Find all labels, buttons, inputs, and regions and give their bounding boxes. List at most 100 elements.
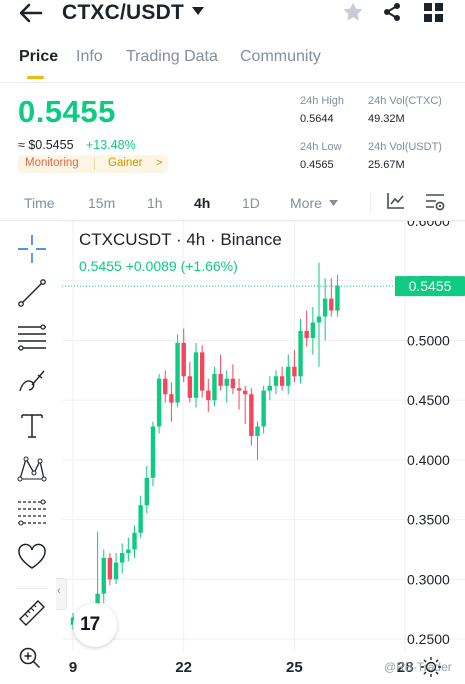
chevron-right-icon: > <box>156 157 163 169</box>
ruler-icon[interactable] <box>16 597 48 629</box>
tab-price[interactable]: Price <box>19 48 58 66</box>
candle-body <box>310 322 316 339</box>
candlestick-chart[interactable]: 0.60000.55000.50000.45000.40000.35000.30… <box>62 221 465 684</box>
pair-title[interactable]: CTXC/USDT <box>62 1 184 25</box>
tab-community[interactable]: Community <box>240 48 321 66</box>
candle-body <box>267 385 272 391</box>
crosshair-icon[interactable] <box>16 233 48 265</box>
zoom-in-icon[interactable] <box>18 646 42 670</box>
candle-body <box>236 388 242 391</box>
tag-gainer: Gainer <box>108 157 143 169</box>
high-value: 0.5644 <box>300 113 334 125</box>
trend-line-icon[interactable] <box>16 277 48 309</box>
tab-trading-data[interactable]: Trading Data <box>126 48 218 66</box>
back-arrow-icon[interactable] <box>18 2 44 24</box>
brush-icon[interactable] <box>16 365 48 397</box>
candle-body <box>156 378 162 427</box>
candle-body <box>187 376 193 398</box>
candle-body <box>230 378 236 389</box>
active-tab-indicator <box>27 76 44 79</box>
interval-1h[interactable]: 1h <box>147 195 163 211</box>
candle-body <box>316 316 322 323</box>
y-tick-label: 0.2500 <box>407 631 450 647</box>
candle-body <box>132 532 137 550</box>
tradingview-logo-text: 17 <box>80 614 100 635</box>
x-tick-label: 22 <box>175 659 192 676</box>
text-tool-icon[interactable] <box>16 409 48 441</box>
candle-body <box>243 390 248 395</box>
candle-body <box>120 553 125 563</box>
candle-body <box>126 549 131 554</box>
pattern-tool-icon[interactable] <box>16 453 48 485</box>
candle-body <box>329 298 334 311</box>
candle-body <box>261 390 266 427</box>
chart-ohlc-readout: 0.5455 +0.0089 (+1.66%) <box>79 258 238 274</box>
candle-body <box>113 562 119 580</box>
sun-icon[interactable] <box>420 656 442 678</box>
candle-body <box>193 352 199 398</box>
candle-body <box>322 298 328 317</box>
y-tick-label: 0.3000 <box>407 571 450 587</box>
current-price-label: 0.5455 <box>409 278 452 294</box>
candle-body <box>181 342 186 377</box>
divider <box>0 82 465 83</box>
candle-body <box>175 342 180 403</box>
chart-canvas[interactable]: 0.60000.55000.50000.45000.40000.35000.30… <box>62 221 465 684</box>
grid-menu-icon[interactable] <box>424 3 443 22</box>
high-label: 24h High <box>300 95 345 107</box>
interval-15m[interactable]: 15m <box>88 195 115 211</box>
candle-body <box>101 557 106 594</box>
tag-separator <box>94 158 95 170</box>
last-price: 0.5455 <box>18 94 116 129</box>
low-value: 0.4565 <box>300 159 334 171</box>
candle-body <box>298 330 303 377</box>
candle-body <box>292 366 297 377</box>
x-tick-label: 9 <box>69 659 77 676</box>
candle-body <box>224 378 229 386</box>
horizontal-lines-icon[interactable] <box>16 321 48 353</box>
percent-change: +13.48% <box>86 138 136 152</box>
interval-1d[interactable]: 1D <box>242 195 260 211</box>
candle-body <box>107 557 113 580</box>
candle-body <box>249 394 254 436</box>
chevron-left-icon[interactable]: ‹ <box>57 585 61 597</box>
tag-monitoring: Monitoring <box>25 157 79 169</box>
heart-icon[interactable] <box>16 541 48 573</box>
interval-time[interactable]: Time <box>24 195 55 211</box>
candle-body <box>335 285 340 311</box>
candle-body <box>199 352 205 391</box>
usd-price: ≈ $0.5455 <box>18 138 74 152</box>
candle-body <box>212 373 217 401</box>
candle-body <box>206 390 211 401</box>
y-tick-label: 0.6000 <box>407 221 450 229</box>
star-icon[interactable] <box>342 1 364 23</box>
divider <box>370 192 371 212</box>
divider <box>16 588 48 589</box>
y-tick-label: 0.5000 <box>407 332 450 348</box>
caret-down-icon[interactable] <box>190 4 206 18</box>
caret-down-icon[interactable] <box>329 200 338 206</box>
candle-body <box>286 366 291 386</box>
x-tick-label: 25 <box>286 659 303 676</box>
fib-retracement-icon[interactable] <box>16 497 48 529</box>
share-icon[interactable] <box>382 2 402 22</box>
candle-body <box>304 330 309 339</box>
indicator-chart-icon[interactable] <box>386 192 406 210</box>
candle-body <box>255 426 260 436</box>
y-tick-label: 0.3500 <box>407 512 450 528</box>
vol-ctxc-label: 24h Vol(CTXC) <box>368 95 442 107</box>
chart-title: CTXCUSDT · 4h · Binance <box>79 230 282 249</box>
interval-4h[interactable]: 4h <box>194 195 210 211</box>
candle-body <box>218 373 223 386</box>
candle-body <box>163 378 168 395</box>
tab-info[interactable]: Info <box>76 48 103 66</box>
candle-body <box>144 477 149 506</box>
candle-body <box>138 505 143 533</box>
vol-usdt-value: 25.67M <box>368 159 405 171</box>
interval-more[interactable]: More <box>290 195 322 211</box>
candle-body <box>273 376 279 386</box>
chart-settings-icon[interactable] <box>424 192 446 212</box>
y-tick-label: 0.4000 <box>407 452 450 468</box>
candle-body <box>279 376 285 386</box>
y-tick-label: 0.4500 <box>407 392 450 408</box>
